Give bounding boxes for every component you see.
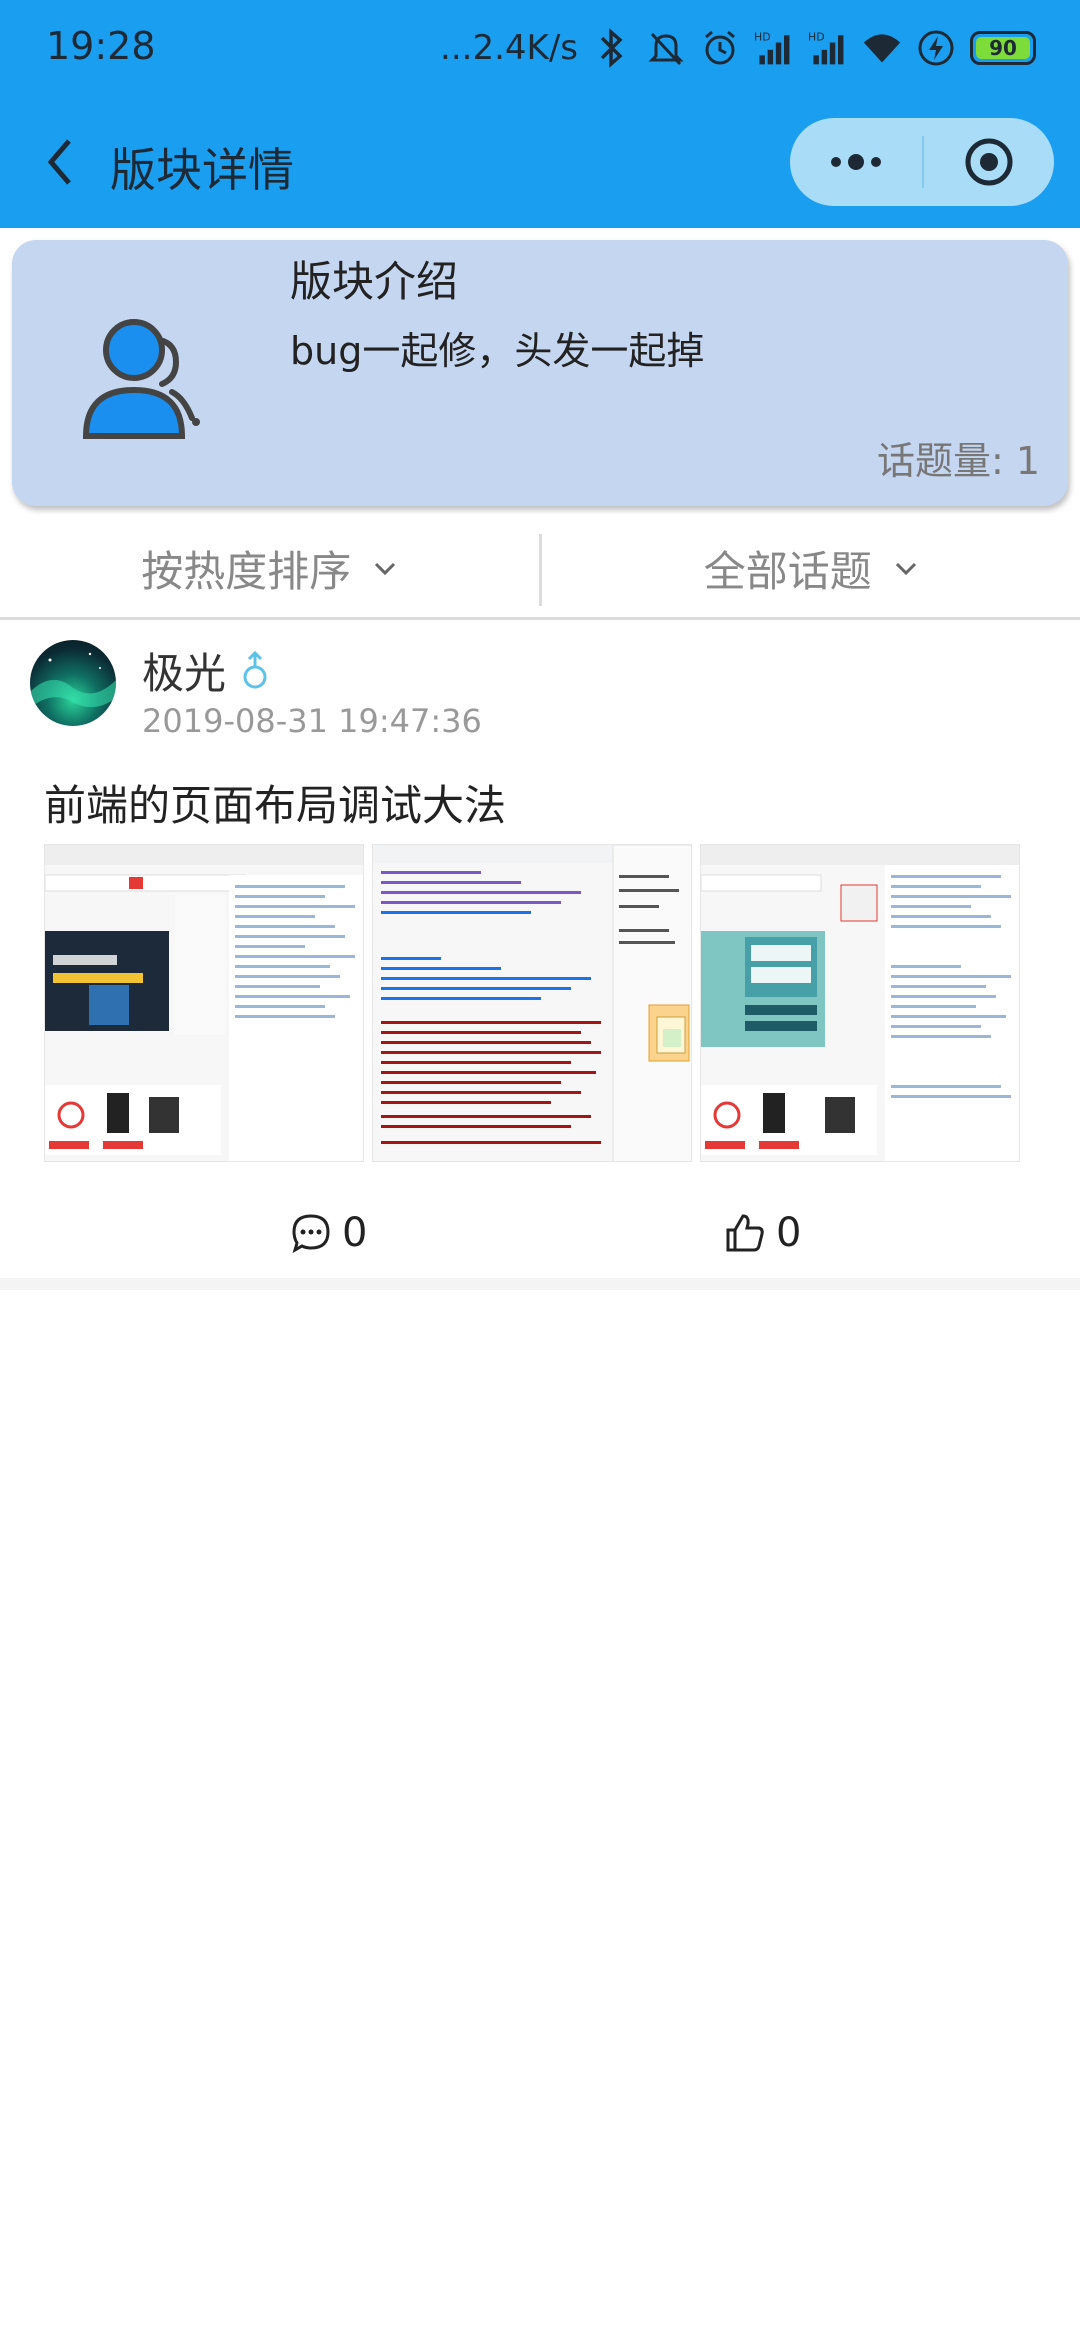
bluetooth-icon xyxy=(592,28,632,68)
topic-dropdown[interactable]: 全部话题 xyxy=(542,520,1080,617)
section-intro-card: 版块介绍 bug一起修，头发一起掉 话题量: 1 xyxy=(12,240,1068,506)
navigation-bar: 版块详情 xyxy=(0,100,1080,228)
comment-count: 0 xyxy=(342,1210,368,1256)
like-button[interactable]: 0 xyxy=(724,1210,801,1256)
signal-icon: HD xyxy=(808,28,848,68)
topic-count: 话题量: 1 xyxy=(876,439,1040,483)
username[interactable]: 极光 xyxy=(142,640,226,701)
chevron-down-icon xyxy=(375,562,396,575)
filter-bar: 按热度排序 全部话题 xyxy=(0,520,1080,620)
post-separator xyxy=(0,1278,1080,1290)
alarm-icon xyxy=(700,28,740,68)
network-speed: ...2.4K/s xyxy=(440,28,578,68)
post-actions: 0 0 xyxy=(0,1202,1080,1282)
more-dots-icon xyxy=(831,154,881,170)
avatar[interactable] xyxy=(30,640,116,726)
post-title[interactable]: 前端的页面布局调试大法 xyxy=(44,772,506,833)
back-button[interactable] xyxy=(30,130,90,194)
male-icon xyxy=(243,650,267,688)
status-bar: 19:28 ...2.4K/s HD HD 90 xyxy=(0,0,1080,100)
more-button[interactable] xyxy=(790,118,922,206)
group-users-icon xyxy=(72,310,222,440)
username-row: 极光 xyxy=(142,640,270,701)
sort-label: 按热度排序 xyxy=(141,547,352,596)
hd-label: HD xyxy=(754,31,771,44)
comment-button[interactable]: 0 xyxy=(290,1210,367,1256)
battery-icon: 90 xyxy=(970,31,1036,65)
screenshot-thumbnail-1[interactable] xyxy=(44,844,364,1162)
post-time: 2019-08-31 19:47:36 xyxy=(142,702,482,740)
target-close-icon xyxy=(965,138,1013,186)
status-icons: ...2.4K/s HD HD 90 xyxy=(440,22,1036,74)
wifi-icon xyxy=(862,28,902,68)
battery-level: 90 xyxy=(976,36,1030,60)
thumbs-up-icon xyxy=(726,1214,764,1252)
post-card[interactable]: 极光 2019-08-31 19:47:36 前端的页面布局调试大法 0 0 xyxy=(0,622,1080,1282)
chevron-left-icon xyxy=(47,139,71,185)
topic-label: 全部话题 xyxy=(703,547,872,596)
signal-icon: HD xyxy=(754,28,794,68)
screenshot-thumbnail-3[interactable] xyxy=(700,844,1020,1162)
sort-dropdown[interactable]: 按热度排序 xyxy=(0,520,539,617)
page-title: 版块详情 xyxy=(110,143,294,197)
intro-title: 版块介绍 xyxy=(290,257,459,306)
close-button[interactable] xyxy=(924,118,1054,206)
mini-program-capsule xyxy=(790,118,1054,206)
comment-icon xyxy=(292,1214,330,1254)
status-time: 19:28 xyxy=(46,24,156,68)
post-images xyxy=(44,844,1020,1162)
like-count: 0 xyxy=(776,1210,802,1256)
screenshot-thumbnail-2[interactable] xyxy=(372,844,692,1162)
intro-description: bug一起修，头发一起掉 xyxy=(290,329,705,373)
mute-icon xyxy=(646,28,686,68)
chevron-down-icon xyxy=(895,562,916,575)
hd-label: HD xyxy=(808,31,825,44)
charging-icon xyxy=(916,28,956,68)
